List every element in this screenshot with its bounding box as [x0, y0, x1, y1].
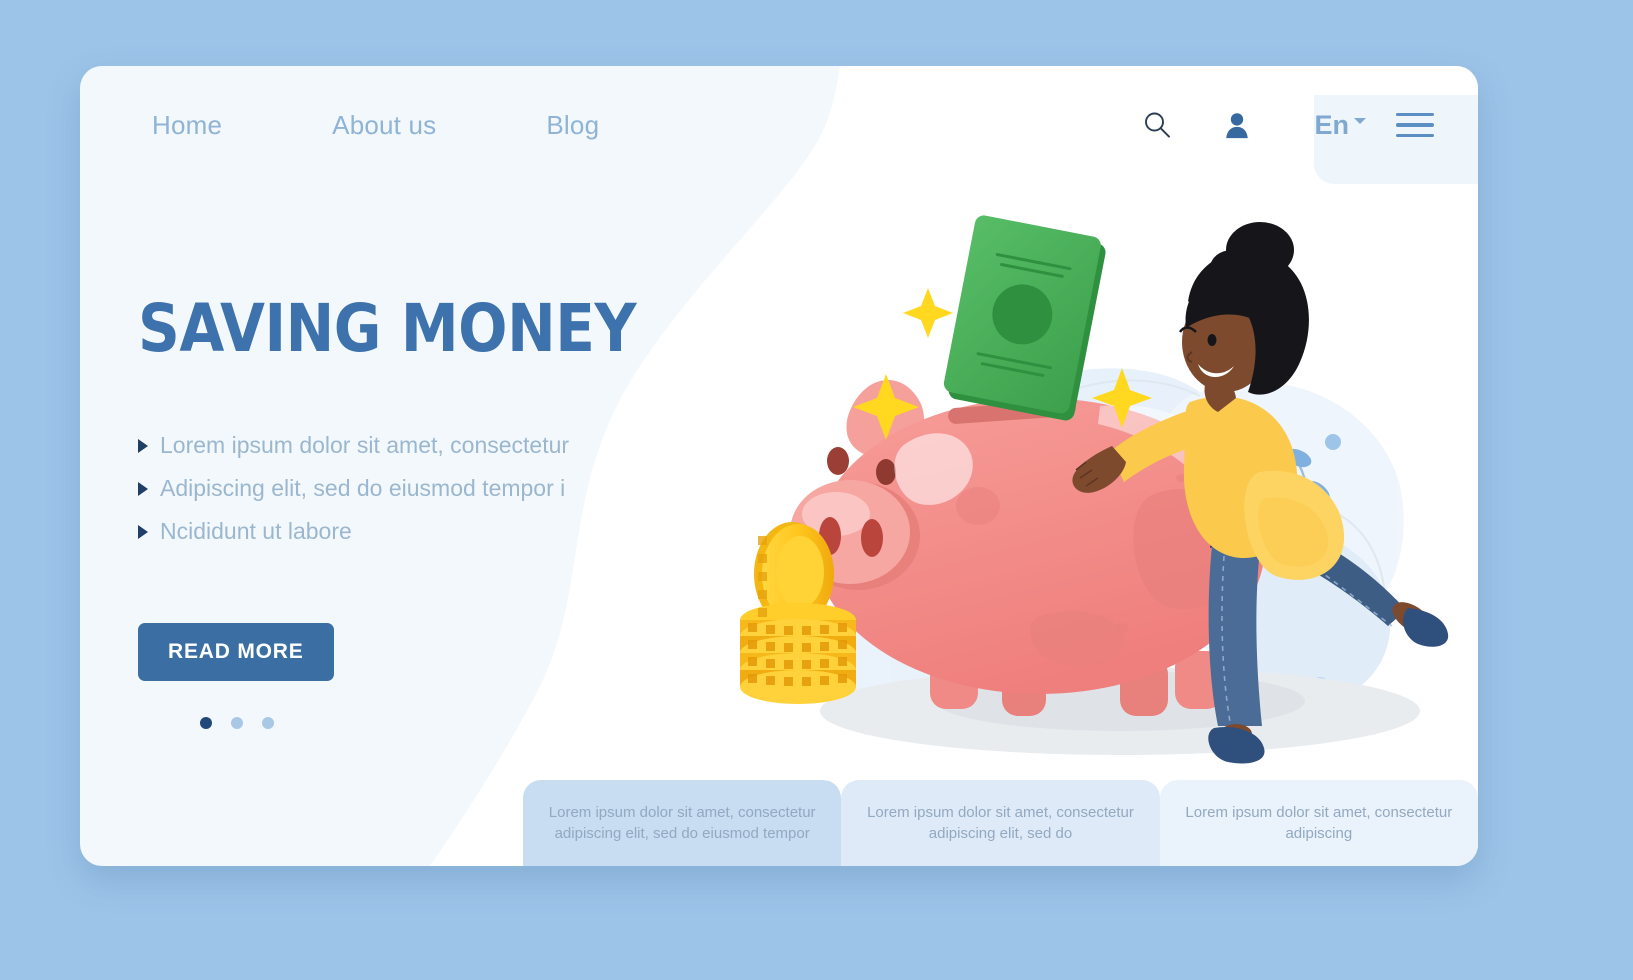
eye: [1207, 334, 1217, 346]
feature-bullet-list: Lorem ipsum dolor sit amet, consectetur …: [138, 432, 658, 545]
bullet-text: Adipiscing elit, sed do eiusmod tempor i: [160, 475, 566, 501]
carousel-dot-3[interactable]: [262, 717, 274, 729]
top-navigation-bar: Home About us Blog En: [80, 66, 1478, 184]
nav-links-group: Home About us Blog: [152, 110, 599, 141]
hamburger-bar: [1396, 112, 1434, 117]
search-icon[interactable]: [1136, 104, 1178, 146]
shoe: [1403, 608, 1449, 647]
language-selector[interactable]: En: [1314, 110, 1366, 141]
hamburger-bar: [1396, 133, 1434, 138]
info-card-text: Lorem ipsum dolor sit amet, consectetur …: [548, 803, 816, 842]
saving-money-illustration: [720, 206, 1478, 806]
carousel-dots: [200, 717, 658, 729]
info-card-2[interactable]: Lorem ipsum dolor sit amet, consectetur …: [841, 780, 1160, 866]
landing-page-card: Home About us Blog En SAVING MONEY Lorem…: [80, 66, 1478, 866]
info-card-3[interactable]: Lorem ipsum dolor sit amet, consectetur …: [1159, 780, 1478, 866]
hamburger-menu-icon[interactable]: [1396, 106, 1434, 145]
nav-right-group: En: [1136, 66, 1478, 184]
chevron-down-icon: [1354, 118, 1366, 124]
bottom-info-cards: Lorem ipsum dolor sit amet, consectetur …: [523, 780, 1478, 866]
language-selector-label: En: [1314, 109, 1349, 140]
hamburger-bar: [1396, 123, 1434, 127]
nav-link-about-us[interactable]: About us: [332, 110, 436, 141]
bullet-text: Ncididunt ut labore: [160, 518, 352, 544]
nav-link-home[interactable]: Home: [152, 110, 222, 141]
nav-link-blog[interactable]: Blog: [546, 110, 599, 141]
page-title: SAVING MONEY: [138, 290, 637, 367]
carousel-dot-2[interactable]: [231, 717, 243, 729]
arrow-right-icon: [138, 524, 148, 539]
arrow-right-icon: [138, 438, 148, 453]
read-more-button[interactable]: READ MORE: [138, 623, 334, 681]
info-card-text: Lorem ipsum dolor sit amet, consectetur …: [867, 803, 1134, 842]
arrow-right-icon: [138, 481, 148, 496]
carousel-dot-1[interactable]: [200, 717, 212, 729]
list-item: Lorem ipsum dolor sit amet, consectetur: [138, 432, 658, 459]
user-account-icon[interactable]: [1216, 104, 1258, 146]
info-card-1[interactable]: Lorem ipsum dolor sit amet, consectetur …: [523, 780, 842, 866]
bullet-text: Lorem ipsum dolor sit amet, consectetur: [160, 432, 570, 458]
hero-content: SAVING MONEY Lorem ipsum dolor sit amet,…: [138, 296, 658, 729]
list-item: Adipiscing elit, sed do eiusmod tempor i: [138, 475, 658, 502]
info-card-text: Lorem ipsum dolor sit amet, consectetur …: [1185, 803, 1453, 842]
list-item: Ncididunt ut labore: [138, 518, 658, 545]
